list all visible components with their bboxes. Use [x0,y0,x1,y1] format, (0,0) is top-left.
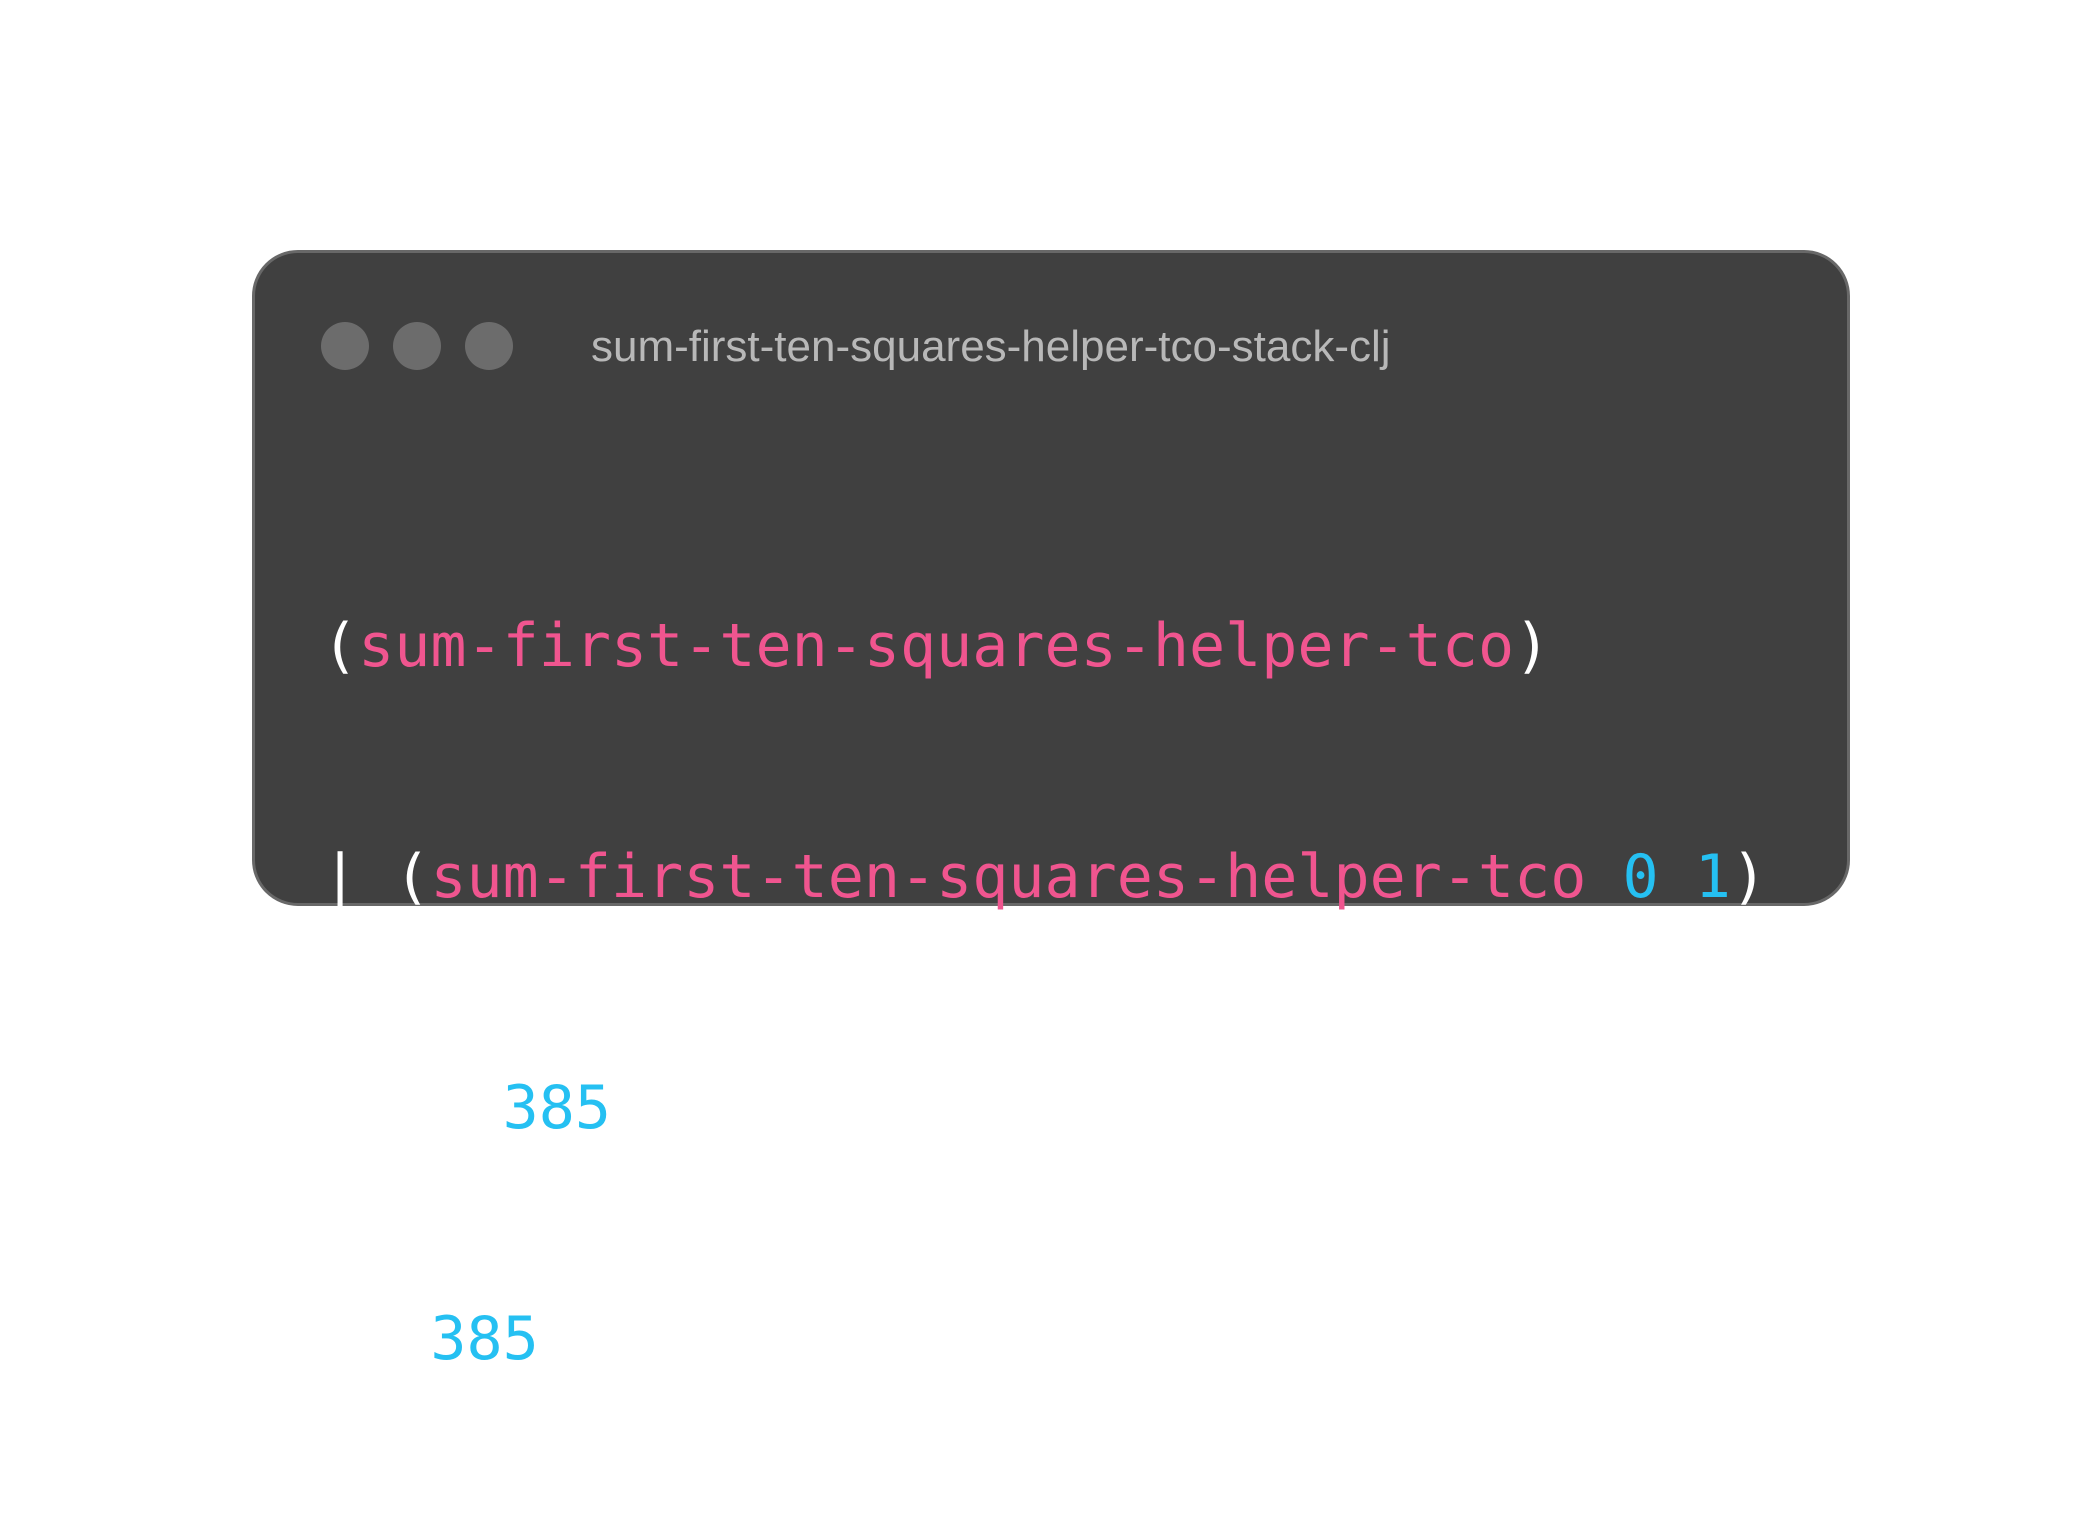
open-paren: ( [322,611,359,681]
close-paren: ) [1730,842,1767,912]
code-block: (sum-first-ten-squares-helper-tco) | (su… [322,461,1767,1525]
function-name: sum-first-ten-squares-helper-tco [430,842,1587,912]
argument-value: 0 [1622,842,1659,912]
argument-value: 1 [1694,842,1731,912]
code-line-2: | (sum-first-ten-squares-helper-tco 0 1) [322,832,1767,923]
result-prefix: => [322,1304,431,1374]
trace-result-prefix: | => [322,1073,503,1143]
result-value: 385 [430,1304,539,1374]
result-value: 385 [502,1073,611,1143]
function-name: sum-first-ten-squares-helper-tco [358,611,1515,681]
window-title: sum-first-ten-squares-helper-tco-stack-c… [591,322,1391,371]
code-line-1: (sum-first-ten-squares-helper-tco) [322,601,1767,692]
code-line-4: => 385 [322,1294,1767,1385]
code-window: sum-first-ten-squares-helper-tco-stack-c… [252,250,1850,1374]
code-line-3: | => 385 [322,1063,1767,1154]
close-dot-icon[interactable] [321,322,369,370]
trace-prefix: | ( [322,842,431,912]
minimize-dot-icon[interactable] [393,322,441,370]
close-paren: ) [1514,611,1551,681]
maximize-dot-icon[interactable] [465,322,513,370]
window-titlebar: sum-first-ten-squares-helper-tco-stack-c… [255,253,1847,373]
